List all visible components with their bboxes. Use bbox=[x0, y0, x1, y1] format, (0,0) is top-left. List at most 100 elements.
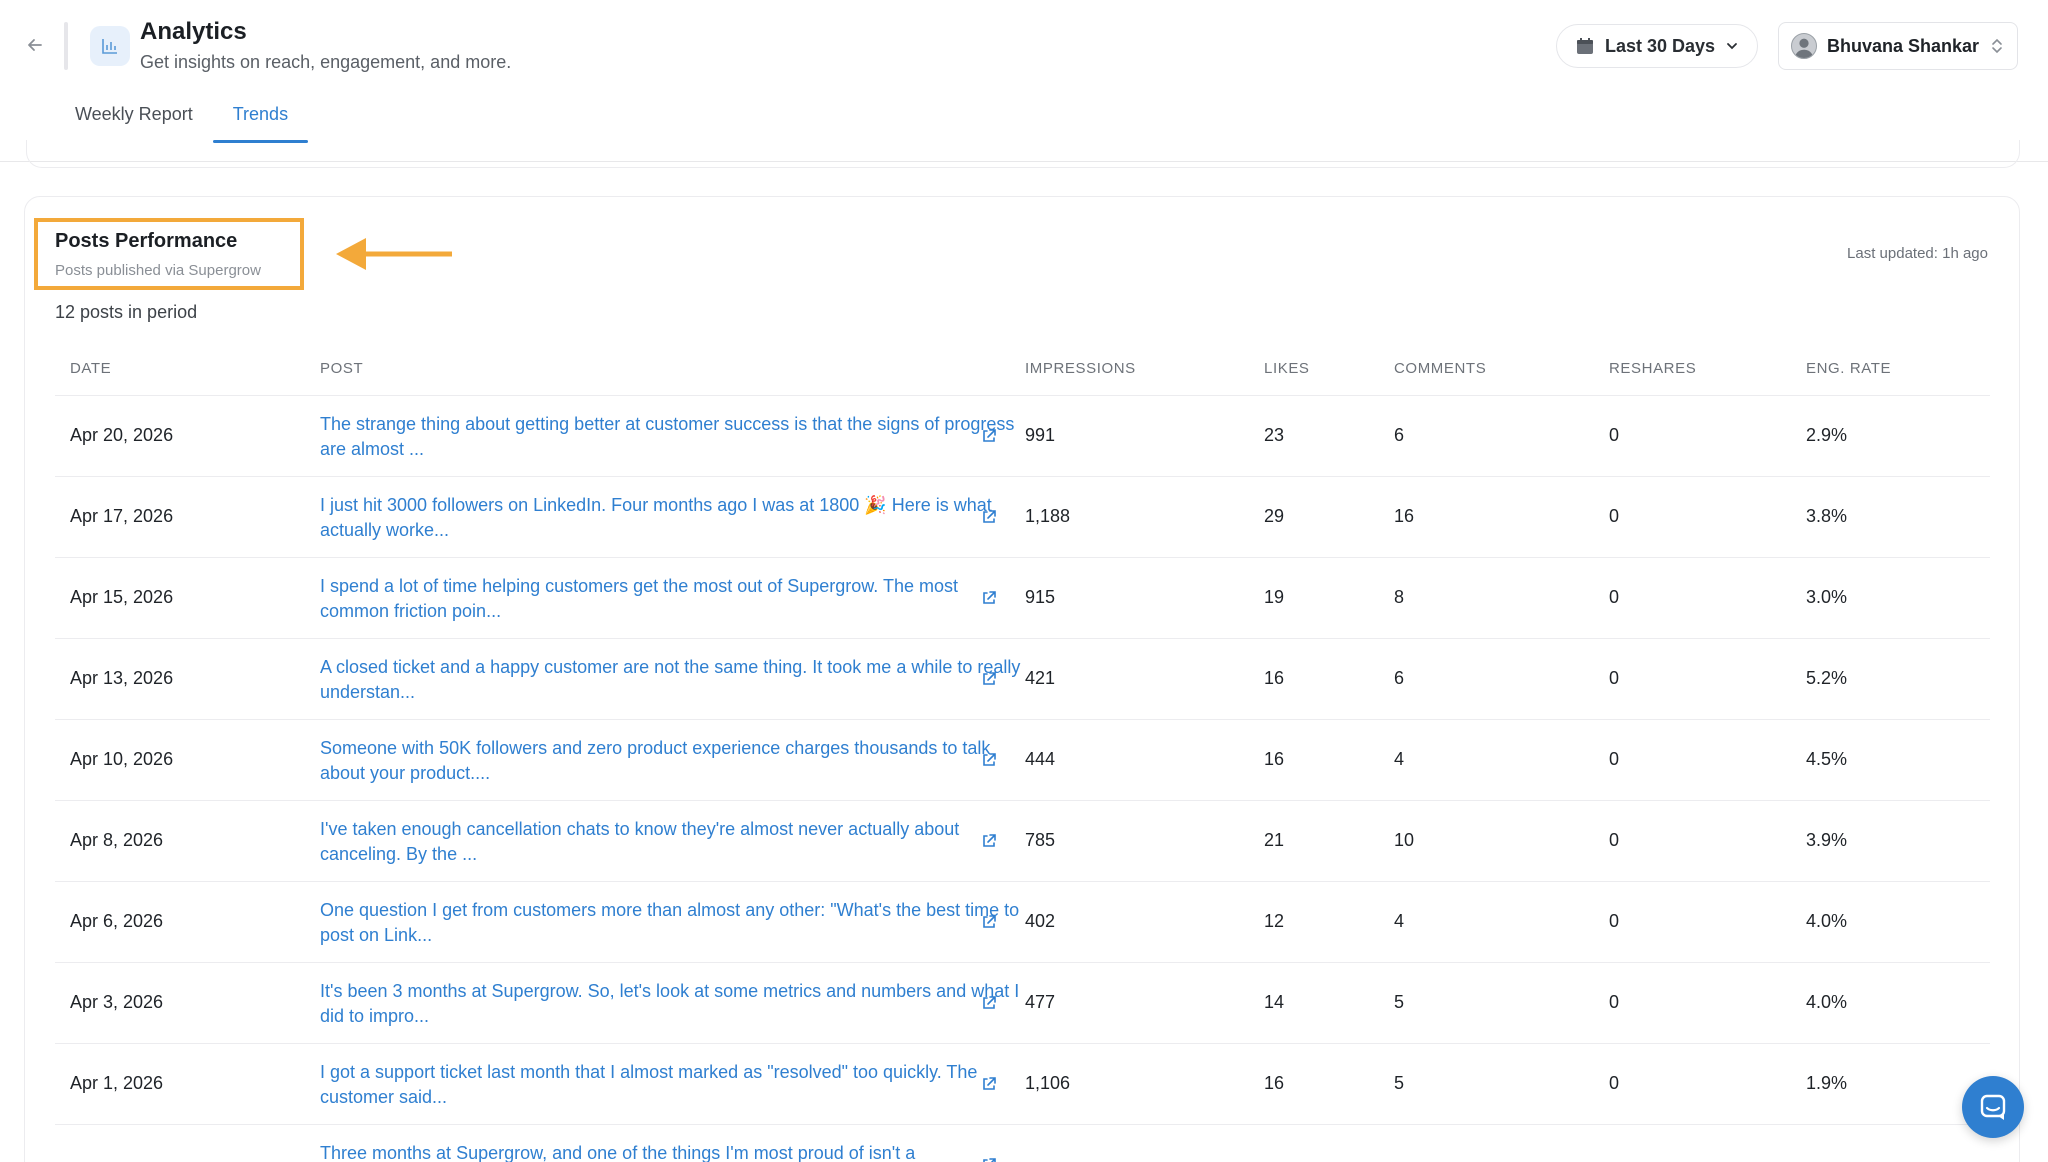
row-impressions: 991 bbox=[1025, 425, 1056, 445]
post-link[interactable]: I just hit 3000 followers on LinkedIn. F… bbox=[320, 493, 1030, 543]
col-impressions: IMPRESSIONS bbox=[1025, 360, 1136, 377]
row-reshares: 0 bbox=[1609, 830, 1620, 850]
post-link[interactable]: It's been 3 months at Supergrow. So, let… bbox=[320, 979, 1030, 1029]
external-link-icon[interactable] bbox=[979, 669, 999, 689]
table-row: Apr 3, 2026 It's been 3 months at Superg… bbox=[55, 963, 1990, 1044]
highlight-box bbox=[34, 218, 304, 290]
row-likes: 23 bbox=[1264, 425, 1285, 445]
post-link[interactable]: Three months at Supergrow, and one of th… bbox=[320, 1141, 1030, 1162]
row-comments: 10 bbox=[1394, 830, 1415, 850]
post-link[interactable]: One question I get from customers more t… bbox=[320, 898, 1030, 948]
row-date: Apr 17, 2026 bbox=[70, 506, 174, 526]
external-link-icon[interactable] bbox=[979, 750, 999, 770]
section-title: Posts Performance bbox=[55, 230, 238, 252]
date-range-label: Last 30 Days bbox=[1605, 35, 1716, 56]
external-link-icon[interactable] bbox=[979, 426, 999, 446]
row-date: Apr 8, 2026 bbox=[70, 830, 164, 850]
page-subtitle: Get insights on reach, engagement, and m… bbox=[140, 52, 512, 72]
row-impressions: 444 bbox=[1025, 749, 1056, 769]
row-eng-rate: 2.9% bbox=[1806, 425, 1848, 445]
row-likes: 19 bbox=[1264, 587, 1285, 607]
row-comments: 16 bbox=[1394, 506, 1415, 526]
table-row: Three months at Supergrow, and one of th… bbox=[55, 1125, 1990, 1162]
avatar bbox=[1791, 33, 1817, 59]
row-reshares: 0 bbox=[1609, 1073, 1620, 1093]
post-link[interactable]: I've taken enough cancellation chats to … bbox=[320, 817, 1030, 867]
row-comments: 6 bbox=[1394, 668, 1405, 688]
post-link[interactable]: The strange thing about getting better a… bbox=[320, 412, 1030, 462]
row-reshares: 0 bbox=[1609, 911, 1620, 931]
post-link[interactable]: Someone with 50K followers and zero prod… bbox=[320, 736, 1030, 786]
external-link-icon[interactable] bbox=[979, 1074, 999, 1094]
post-link[interactable]: I spend a lot of time helping customers … bbox=[320, 574, 1030, 624]
tab-weekly-report[interactable]: Weekly Report bbox=[55, 92, 213, 143]
row-comments: 4 bbox=[1394, 749, 1405, 769]
chevron-updown-icon bbox=[1992, 38, 2002, 54]
row-likes: 12 bbox=[1264, 911, 1285, 931]
row-date: Apr 13, 2026 bbox=[70, 668, 174, 688]
col-likes: LIKES bbox=[1264, 360, 1310, 377]
row-impressions: 1,106 bbox=[1025, 1073, 1071, 1093]
row-likes: 21 bbox=[1264, 830, 1285, 850]
external-link-icon[interactable] bbox=[979, 912, 999, 932]
table-row: Apr 10, 2026 Someone with 50K followers … bbox=[55, 720, 1990, 801]
row-comments: 8 bbox=[1394, 587, 1405, 607]
col-eng-rate: ENG. RATE bbox=[1806, 360, 1892, 377]
post-link[interactable]: A closed ticket and a happy customer are… bbox=[320, 655, 1030, 705]
calendar-icon bbox=[1577, 38, 1593, 54]
row-eng-rate: 3.8% bbox=[1806, 506, 1848, 526]
row-comments: 5 bbox=[1394, 1073, 1405, 1093]
row-reshares: 0 bbox=[1609, 992, 1620, 1012]
row-comments: 6 bbox=[1394, 425, 1405, 445]
row-reshares: 0 bbox=[1609, 506, 1620, 526]
date-range-dropdown[interactable]: Last 30 Days bbox=[1556, 24, 1758, 68]
analytics-page: Analytics Get insights on reach, engagem… bbox=[0, 0, 2048, 1162]
external-link-icon[interactable] bbox=[979, 831, 999, 851]
chat-support-button[interactable] bbox=[1962, 1076, 2024, 1138]
table-header: DATE POST IMPRESSIONS LIKES COMMENTS RES… bbox=[55, 356, 1990, 396]
arrow-left-icon bbox=[28, 39, 42, 51]
table-row: Apr 8, 2026 I've taken enough cancellati… bbox=[55, 801, 1990, 882]
row-likes: 14 bbox=[1264, 992, 1285, 1012]
row-likes: 16 bbox=[1264, 1073, 1285, 1093]
table-row: Apr 20, 2026 The strange thing about get… bbox=[55, 396, 1990, 477]
row-impressions: 915 bbox=[1025, 587, 1056, 607]
row-eng-rate: 4.0% bbox=[1806, 911, 1848, 931]
row-eng-rate: 3.9% bbox=[1806, 830, 1848, 850]
header-divider bbox=[64, 22, 68, 70]
analytics-app-icon bbox=[90, 26, 130, 66]
last-updated: Last updated: 1h ago bbox=[1847, 245, 1988, 262]
table-row: Apr 15, 2026 I spend a lot of time helpi… bbox=[55, 558, 1990, 639]
table-row: Apr 17, 2026 I just hit 3000 followers o… bbox=[55, 477, 1990, 558]
row-comments: 4 bbox=[1394, 911, 1405, 931]
row-eng-rate: 3.0% bbox=[1806, 587, 1848, 607]
tab-trends[interactable]: Trends bbox=[212, 92, 309, 143]
post-link[interactable]: I got a support ticket last month that I… bbox=[320, 1060, 1030, 1110]
row-impressions: 477 bbox=[1025, 992, 1056, 1012]
row-date: Apr 6, 2026 bbox=[70, 911, 164, 931]
col-reshares: RESHARES bbox=[1609, 360, 1697, 377]
row-date: Apr 10, 2026 bbox=[70, 749, 174, 769]
row-likes: 29 bbox=[1264, 506, 1285, 526]
post-count: 12 posts in period bbox=[55, 302, 198, 322]
external-link-icon[interactable] bbox=[979, 993, 999, 1013]
tab-bar: Weekly Report Trends bbox=[55, 92, 309, 143]
page-title: Analytics bbox=[140, 18, 247, 45]
back-button[interactable] bbox=[20, 30, 50, 60]
row-date: Apr 15, 2026 bbox=[70, 587, 174, 607]
row-date: Apr 3, 2026 bbox=[70, 992, 164, 1012]
row-eng-rate: 4.5% bbox=[1806, 749, 1848, 769]
col-post: POST bbox=[320, 360, 364, 377]
external-link-icon[interactable] bbox=[979, 1155, 999, 1162]
row-eng-rate: 5.2% bbox=[1806, 668, 1848, 688]
row-date: Apr 1, 2026 bbox=[70, 1073, 164, 1093]
chevron-down-icon bbox=[1727, 43, 1737, 50]
bar-chart-icon bbox=[102, 39, 117, 54]
col-comments: COMMENTS bbox=[1394, 360, 1487, 377]
user-switcher[interactable]: Bhuvana Shankar bbox=[1778, 22, 2018, 70]
external-link-icon[interactable] bbox=[979, 507, 999, 527]
row-comments: 5 bbox=[1394, 992, 1405, 1012]
row-likes: 16 bbox=[1264, 668, 1285, 688]
external-link-icon[interactable] bbox=[979, 588, 999, 608]
chat-icon bbox=[1980, 1094, 2006, 1120]
